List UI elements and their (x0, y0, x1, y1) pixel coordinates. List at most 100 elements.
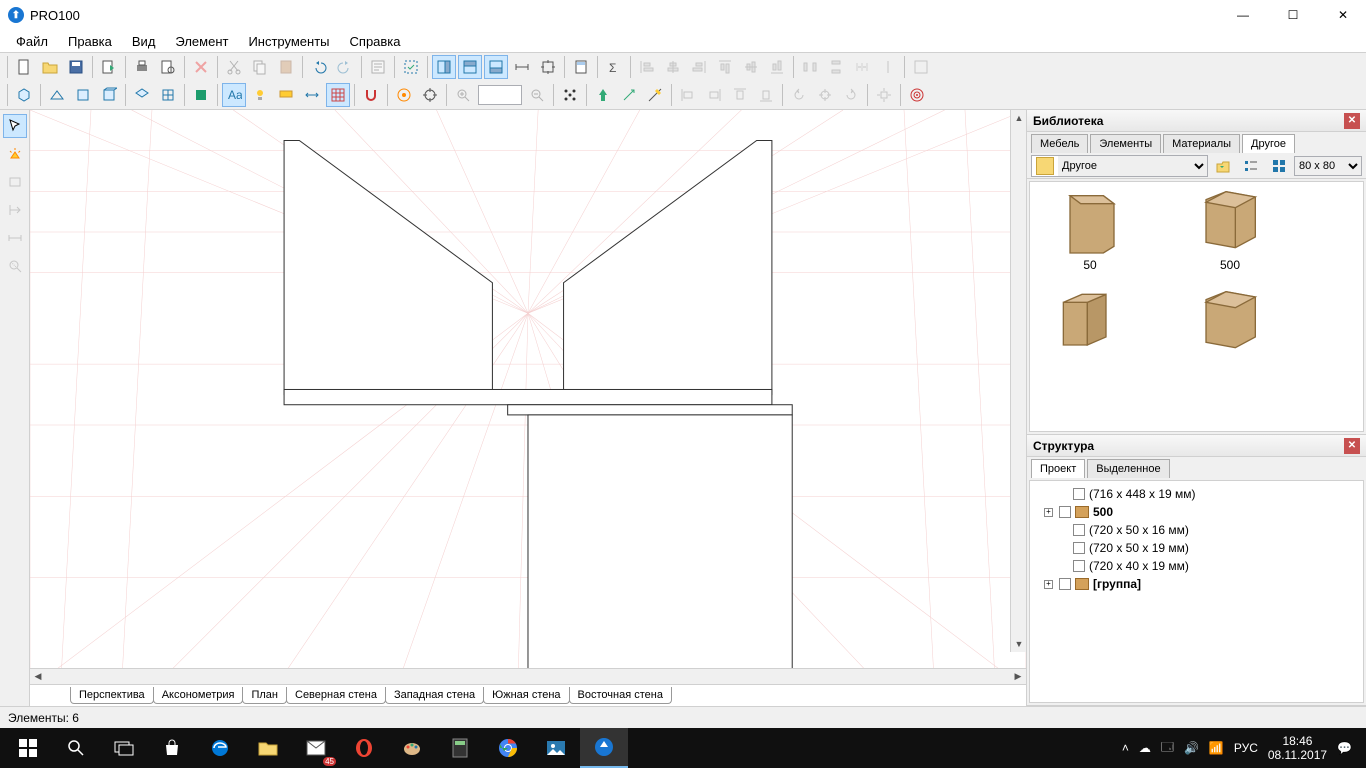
viewtab-south[interactable]: Южная стена (483, 687, 569, 704)
light-tool[interactable] (3, 142, 27, 166)
structure-tree[interactable]: (716 x 448 x 19 мм)+500(720 x 50 x 16 мм… (1029, 480, 1364, 703)
pro100-taskbar-icon[interactable] (580, 728, 628, 768)
search-icon[interactable] (52, 728, 100, 768)
structure-close-button[interactable]: ✕ (1344, 438, 1360, 454)
view-textured-button[interactable] (189, 83, 213, 107)
tree-row[interactable]: (716 x 448 x 19 мм) (1034, 485, 1359, 503)
lib-view-list-button[interactable] (1239, 154, 1263, 178)
tray-onedrive-icon[interactable]: ☁ (1139, 741, 1151, 755)
distribute-v-button[interactable] (824, 55, 848, 79)
tree-row[interactable]: (720 x 40 x 19 мм) (1034, 557, 1359, 575)
library-close-button[interactable]: ✕ (1344, 113, 1360, 129)
shape-tool[interactable] (3, 170, 27, 194)
toggle-annotations-button[interactable] (274, 83, 298, 107)
tray-date[interactable]: 08.11.2017 (1268, 748, 1327, 762)
snap-points-button[interactable] (558, 83, 582, 107)
save-button[interactable] (64, 55, 88, 79)
lib-up-button[interactable] (1211, 154, 1235, 178)
copy-button[interactable] (248, 55, 272, 79)
space-h-button[interactable] (850, 55, 874, 79)
align-middle-button[interactable] (739, 55, 763, 79)
view-wireframe-button[interactable] (156, 83, 180, 107)
align-snap-right-button[interactable] (702, 83, 726, 107)
library-item[interactable] (1180, 292, 1280, 358)
taskview-icon[interactable] (100, 728, 148, 768)
target-red-button[interactable] (905, 83, 929, 107)
target-button[interactable] (418, 83, 442, 107)
undo-button[interactable] (307, 55, 331, 79)
menu-help[interactable]: Справка (340, 31, 411, 52)
library-item[interactable]: 500 (1180, 192, 1280, 272)
scroll-up-arrow[interactable]: ▲ (1011, 110, 1026, 126)
dimension-h-button[interactable] (510, 55, 534, 79)
delete-button[interactable] (189, 55, 213, 79)
maximize-button[interactable]: ☐ (1278, 8, 1308, 22)
view-iso-button[interactable] (12, 83, 36, 107)
view-front-button[interactable] (71, 83, 95, 107)
checkbox[interactable] (1059, 506, 1071, 518)
library-folder-select[interactable]: Другое (1058, 156, 1207, 176)
tray-notifications-icon[interactable]: 💬 (1337, 741, 1352, 755)
toggle-grid-button[interactable] (326, 83, 350, 107)
menu-element[interactable]: Элемент (165, 31, 238, 52)
move-up-button[interactable] (591, 83, 615, 107)
edge-icon[interactable] (196, 728, 244, 768)
library-item[interactable]: 50 (1040, 192, 1140, 272)
tray-volume-icon[interactable]: 🔊 (1184, 741, 1199, 755)
viewtab-perspective[interactable]: Перспектива (70, 687, 154, 704)
toggle-dimensions-button[interactable] (300, 83, 324, 107)
viewtab-west[interactable]: Западная стена (385, 687, 484, 704)
menu-tools[interactable]: Инструменты (238, 31, 339, 52)
align-snap-top-button[interactable] (728, 83, 752, 107)
expand-icon[interactable]: + (1044, 508, 1053, 517)
chrome-icon[interactable] (484, 728, 532, 768)
library-folder-combo[interactable]: Другое (1031, 155, 1208, 177)
paint-icon[interactable] (388, 728, 436, 768)
rotate-right-button[interactable] (839, 83, 863, 107)
viewtab-east[interactable]: Восточная стена (569, 687, 672, 704)
explorer-icon[interactable] (244, 728, 292, 768)
new-file-button[interactable] (12, 55, 36, 79)
menu-file[interactable]: Файл (6, 31, 58, 52)
lib-view-grid-button[interactable] (1267, 154, 1291, 178)
menu-edit[interactable]: Правка (58, 31, 122, 52)
align-snap-bottom-button[interactable] (754, 83, 778, 107)
tray-chevron-icon[interactable]: ˄ (1122, 741, 1129, 755)
store-icon[interactable] (148, 728, 196, 768)
tree-row[interactable]: +[группа] (1034, 575, 1359, 593)
libtab-other[interactable]: Другое (1242, 134, 1295, 153)
align-center-h-button[interactable] (661, 55, 685, 79)
panel-library-button[interactable] (458, 55, 482, 79)
canvas-3d[interactable]: ▲ ▼ (30, 110, 1026, 668)
zoom-combo[interactable] (478, 85, 522, 105)
paste-button[interactable] (274, 55, 298, 79)
distribute-h-button[interactable] (798, 55, 822, 79)
print-button[interactable] (130, 55, 154, 79)
horizontal-scrollbar[interactable]: ◀ ▶ (30, 668, 1026, 684)
dimension-button[interactable] (536, 55, 560, 79)
start-button[interactable] (4, 728, 52, 768)
structtab-selected[interactable]: Выделенное (1087, 459, 1169, 478)
move-angle-button[interactable] (617, 83, 641, 107)
tree-row[interactable]: (720 x 50 x 19 мм) (1034, 539, 1359, 557)
calculator-taskbar-icon[interactable] (436, 728, 484, 768)
select-all-button[interactable] (399, 55, 423, 79)
edit-points-button[interactable] (643, 83, 667, 107)
thumb-size-select[interactable]: 80 x 80 (1294, 156, 1362, 176)
measure-tool[interactable] (3, 226, 27, 250)
view-persp-button[interactable] (45, 83, 69, 107)
checkbox[interactable] (1073, 542, 1085, 554)
view-top-button[interactable] (130, 83, 154, 107)
mail-icon[interactable]: 45 (292, 728, 340, 768)
space-v-button[interactable] (876, 55, 900, 79)
properties-button[interactable] (366, 55, 390, 79)
view-side-button[interactable] (97, 83, 121, 107)
align-left-button[interactable] (635, 55, 659, 79)
viewport[interactable]: ▲ ▼ ◀ ▶ Перспектива Аксонометрия План Се… (30, 110, 1026, 706)
align-top-button[interactable] (713, 55, 737, 79)
menu-view[interactable]: Вид (122, 31, 166, 52)
minimize-button[interactable]: — (1228, 8, 1258, 22)
tray-network-icon[interactable]: 📶 (1209, 741, 1224, 755)
scroll-left-arrow[interactable]: ◀ (30, 669, 46, 685)
vertical-scrollbar[interactable]: ▲ ▼ (1010, 110, 1026, 652)
